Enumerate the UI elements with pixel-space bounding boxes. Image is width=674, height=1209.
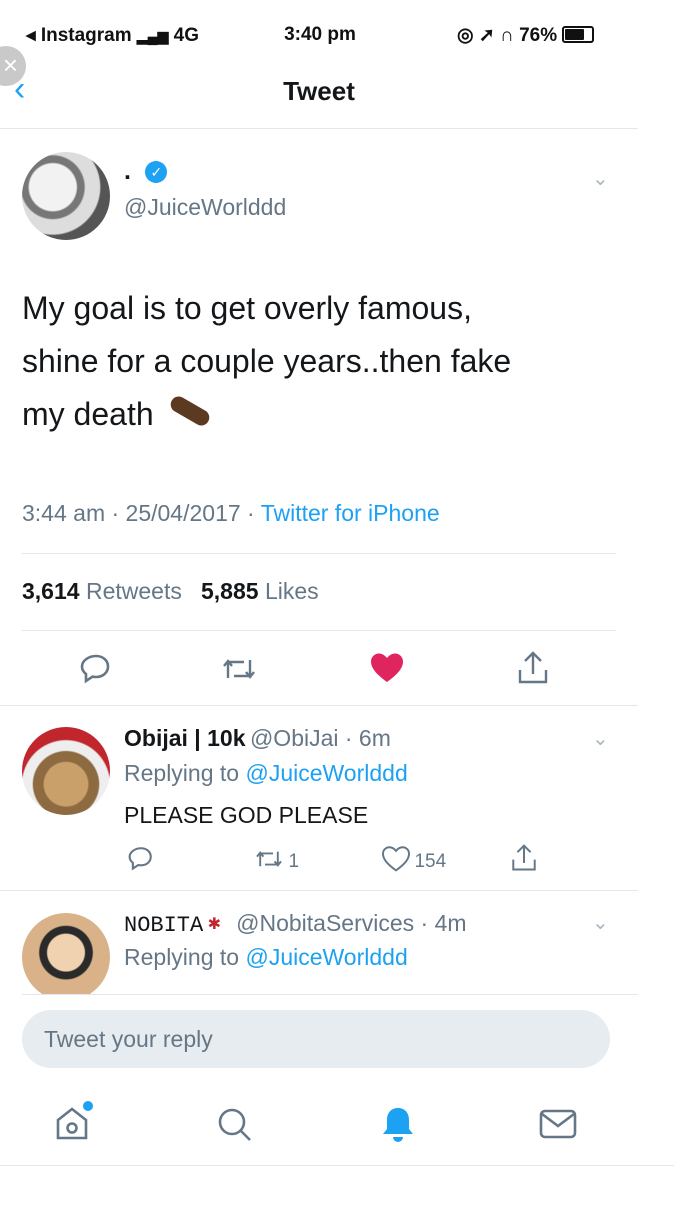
like-count: 5,885	[201, 578, 259, 604]
bell-icon	[383, 1108, 413, 1142]
status-bar: ◂ Instagram ▂▄▆ 4G 3:40 pm ◎ ➚ ∩ 76%	[0, 0, 674, 70]
reply-retweet-count: 1	[288, 851, 300, 872]
tweet-line: my death	[22, 396, 154, 432]
reply-button[interactable]	[80, 652, 112, 689]
chevron-down-icon[interactable]: ⌄	[592, 726, 609, 751]
tweet-line: shine for a couple years..then fake	[22, 343, 512, 379]
tab-messages[interactable]	[539, 1108, 577, 1145]
headphones-icon: ∩	[500, 25, 514, 46]
retweet-icon	[256, 851, 282, 867]
divider	[22, 994, 638, 995]
divider	[0, 705, 638, 706]
tweet-meta: 3:44 am · 25/04/2017 · Twitter for iPhon…	[22, 500, 440, 527]
reply-author-name[interactable]: NOBITA	[124, 913, 203, 938]
retweet-button[interactable]	[221, 654, 257, 689]
retweets-stat[interactable]: 3,614 Retweets	[22, 578, 182, 604]
search-icon	[218, 1108, 251, 1141]
chevron-down-icon[interactable]: ⌄	[592, 166, 609, 191]
battery-level: 76%	[519, 25, 558, 46]
status-right: ◎ ➚ ∩ 76%	[457, 24, 595, 47]
heart-outline-icon	[382, 846, 410, 872]
verified-badge-icon: ✓	[145, 161, 168, 183]
replying-label: Replying to	[124, 760, 246, 786]
reply-like-button[interactable]: 154	[382, 846, 446, 873]
divider	[22, 630, 616, 631]
replying-to-link[interactable]: @JuiceWorlddd	[245, 944, 407, 970]
reply-avatar[interactable]	[22, 913, 110, 994]
heart-filled-icon	[371, 653, 403, 682]
reply-author-handle[interactable]: @NobitaServices · 4m	[236, 910, 466, 936]
tab-notifications[interactable]	[380, 1105, 416, 1148]
reply-author-name[interactable]: Obijai | 10k	[124, 725, 246, 751]
mail-icon	[539, 1109, 577, 1139]
reply-reply-button[interactable]	[128, 845, 154, 876]
author-avatar[interactable]	[22, 152, 110, 240]
chevron-down-icon[interactable]: ⌄	[592, 910, 609, 935]
tweet-source-link[interactable]: Twitter for iPhone	[261, 500, 440, 526]
retweet-icon	[223, 659, 255, 679]
compose-placeholder: Tweet your reply	[44, 1026, 213, 1052]
reply-icon	[80, 654, 110, 684]
retweets-label: Retweets	[85, 578, 182, 604]
replying-to-link[interactable]: @JuiceWorlddd	[245, 760, 407, 786]
reply-retweet-button[interactable]: 1	[254, 847, 299, 873]
tweet-stats: 3,614 Retweets 5,885 Likes	[22, 578, 319, 605]
likes-stat[interactable]: 5,885 Likes	[201, 578, 319, 604]
reply-author-handle[interactable]: @ObiJai · 6m	[250, 725, 391, 751]
share-button[interactable]	[516, 650, 550, 691]
reply-like-count: 154	[414, 851, 447, 872]
tab-search[interactable]	[216, 1106, 254, 1149]
reply-avatar[interactable]	[22, 727, 110, 815]
author-handle[interactable]: @JuiceWorlddd	[124, 194, 286, 221]
tweet-timestamp: 3:44 am · 25/04/2017 ·	[22, 500, 261, 526]
tab-home[interactable]	[52, 1100, 96, 1149]
replying-to: Replying to @JuiceWorlddd	[124, 944, 408, 971]
reply-share-button[interactable]	[510, 843, 538, 878]
reply-icon	[128, 847, 152, 871]
reply-header: NOBITA ✱ @NobitaServices · 4m	[124, 910, 467, 938]
page-title: Tweet	[283, 76, 355, 106]
location-icon: ➚	[478, 25, 495, 46]
replying-label: Replying to	[124, 944, 246, 970]
likes-label: Likes	[264, 578, 319, 604]
reply-text: PLEASE GOD PLEASE	[124, 802, 369, 828]
flag-emoji-icon: ✱	[207, 916, 222, 933]
home-icon	[56, 1101, 93, 1140]
like-button[interactable]	[370, 652, 404, 689]
share-icon	[518, 651, 548, 684]
reply-compose-input[interactable]: Tweet your reply	[22, 1010, 610, 1068]
lock-rotation-icon: ◎	[457, 25, 474, 46]
tweet-line: My goal is to get overly famous,	[22, 290, 472, 326]
replying-to: Replying to @JuiceWorlddd	[124, 760, 408, 787]
divider	[22, 553, 616, 554]
tweet-text: My goal is to get overly famous, shine f…	[22, 282, 602, 441]
reply-item: NOBITA ✱ @NobitaServices · 4m ⌄ Replying…	[0, 891, 638, 994]
retweet-count: 3,614	[22, 578, 80, 604]
author-name-row[interactable]: . ✓	[124, 157, 168, 186]
share-icon	[512, 844, 536, 871]
battery-icon	[562, 26, 595, 43]
author-name: .	[124, 157, 131, 185]
divider	[0, 1165, 674, 1166]
reply-header: Obijai | 10k @ObiJai · 6m	[124, 725, 391, 752]
coffin-emoji-icon	[167, 393, 212, 429]
